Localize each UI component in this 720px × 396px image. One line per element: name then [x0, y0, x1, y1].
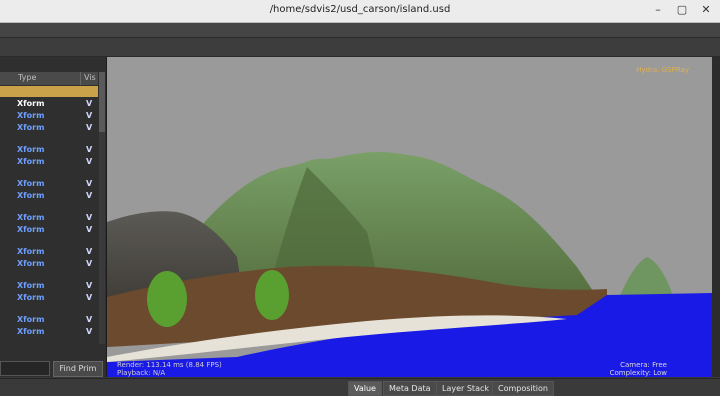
prim-type: Xform — [17, 247, 45, 256]
prim-visibility-toggle[interactable]: V — [86, 315, 92, 324]
prim-visibility-toggle[interactable]: V — [86, 327, 92, 336]
tab-layer-stack[interactable]: Layer Stack — [436, 381, 495, 396]
prim-type: Xform — [17, 293, 45, 302]
window-controls: – ▢ ✕ — [650, 2, 714, 18]
prim-row[interactable]: Xform V — [0, 99, 98, 110]
playback-stats: Playback: N/A — [117, 369, 166, 377]
window-titlebar: /home/sdvis2/usd_carson/island.usd – ▢ ✕ — [0, 0, 720, 23]
prim-visibility-toggle[interactable]: V — [86, 123, 92, 132]
prim-type: Xform — [17, 259, 45, 268]
prim-type: Xform — [17, 213, 45, 222]
find-prim-input[interactable] — [0, 361, 50, 376]
render-stats: Render: 113.14 ms (8.84 FPS) — [117, 361, 222, 369]
prim-row[interactable]: Xform V — [0, 225, 98, 236]
3d-viewport[interactable]: Hydra: GSPRay Render: 113.14 ms (8.84 FP… — [107, 57, 712, 377]
viewport-side-strip — [712, 57, 720, 377]
hydra-renderer-label: Hydra: GSPRay — [636, 66, 689, 74]
window-title: /home/sdvis2/usd_carson/island.usd — [269, 4, 451, 15]
scrollbar-thumb[interactable] — [99, 72, 105, 132]
prim-tree-header: Type Vis — [0, 72, 98, 85]
toolbar[interactable] — [0, 38, 720, 57]
prim-visibility-toggle[interactable]: V — [86, 247, 92, 256]
maximize-icon[interactable]: ▢ — [674, 2, 690, 18]
close-icon[interactable]: ✕ — [698, 2, 714, 18]
selected-prim-row[interactable] — [0, 86, 98, 97]
column-divider[interactable] — [80, 72, 81, 85]
prim-type: Xform — [17, 225, 45, 234]
prim-type: Xform — [17, 315, 45, 324]
prim-row[interactable]: Xform V — [0, 293, 98, 304]
prim-type: Xform — [17, 281, 45, 290]
prim-type: Xform — [17, 191, 45, 200]
prim-visibility-toggle[interactable]: V — [86, 179, 92, 188]
prim-row[interactable]: Xform V — [0, 281, 98, 292]
island-scene — [107, 57, 712, 377]
tree-left — [147, 271, 187, 327]
prim-type: Xform — [17, 157, 45, 166]
prim-row[interactable]: Xform V — [0, 157, 98, 168]
inspector-tab-bar: Value Meta Data Layer Stack Composition — [0, 378, 720, 396]
column-header-type[interactable]: Type — [18, 73, 36, 82]
prim-type: Xform — [17, 179, 45, 188]
prim-type: Xform — [17, 145, 45, 154]
prim-type: Xform — [17, 99, 45, 108]
tree-center — [255, 270, 289, 320]
prim-row[interactable]: Xform V — [0, 123, 98, 134]
prim-browser-panel: Type Vis Xform V Xform V Xform V Xform V Xform V X… — [0, 57, 107, 377]
prim-type: Xform — [17, 327, 45, 336]
column-header-vis[interactable]: Vis — [84, 73, 96, 82]
minimize-icon[interactable]: – — [650, 2, 666, 18]
prim-visibility-toggle[interactable]: V — [86, 225, 92, 234]
prim-row[interactable]: Xform V — [0, 111, 98, 122]
find-prim-button[interactable]: Find Prim — [53, 361, 103, 377]
tab-value[interactable]: Value — [348, 381, 382, 396]
prim-type: Xform — [17, 123, 45, 132]
prim-row[interactable]: Xform V — [0, 315, 98, 326]
prim-visibility-toggle[interactable]: V — [86, 157, 92, 166]
prim-visibility-toggle[interactable]: V — [86, 213, 92, 222]
camera-mode: Camera: Free — [620, 361, 667, 369]
prim-row[interactable]: Xform V — [0, 213, 98, 224]
prim-visibility-toggle[interactable]: V — [86, 191, 92, 200]
prim-visibility-toggle[interactable]: V — [86, 145, 92, 154]
prim-row[interactable]: Xform V — [0, 327, 98, 338]
menu-bar[interactable] — [0, 23, 720, 38]
prim-row[interactable]: Xform V — [0, 179, 98, 190]
prim-visibility-toggle[interactable]: V — [86, 99, 92, 108]
tab-composition[interactable]: Composition — [492, 381, 554, 396]
prim-type: Xform — [17, 111, 45, 120]
complexity-level: Complexity: Low — [609, 369, 667, 377]
prim-visibility-toggle[interactable]: V — [86, 259, 92, 268]
tab-meta-data[interactable]: Meta Data — [383, 381, 437, 396]
prim-row[interactable]: Xform V — [0, 191, 98, 202]
prim-row[interactable]: Xform V — [0, 247, 98, 258]
prim-visibility-toggle[interactable]: V — [86, 293, 92, 302]
prim-row[interactable]: Xform V — [0, 145, 98, 156]
find-prim-row: Find Prim — [0, 359, 106, 377]
prim-visibility-toggle[interactable]: V — [86, 111, 92, 120]
prim-tree-scrollbar[interactable] — [99, 72, 105, 344]
prim-row[interactable]: Xform V — [0, 259, 98, 270]
prim-visibility-toggle[interactable]: V — [86, 281, 92, 290]
